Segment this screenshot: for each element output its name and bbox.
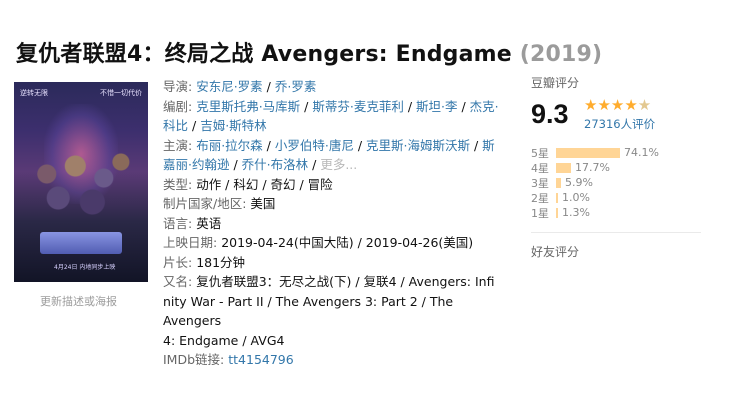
director-link[interactable]: 安东尼·罗素 [196,79,262,94]
rating-breakdown: 5星 74.1% 4星 17.7% 3星 5.9% 2星 1.0% 1星 1.3% [531,145,731,220]
rating-score: 9.3 [531,99,569,129]
writer-label: 编剧: [163,98,193,114]
rating-bar-fill [556,192,558,203]
rating-bar-label: 1星 [531,206,549,220]
aka-label: 又名: [163,274,193,289]
movie-year: (2019) [519,42,603,67]
genre-value: 动作 / 科幻 / 奇幻 / 冒险 [196,176,333,192]
rating-summary: 9.3 ★★★★★ 27316人评价 [531,96,731,133]
poster-date: 4月24日 内地同步上映 [54,264,116,271]
genre-label: 类型: [163,176,193,192]
writer-link[interactable]: 吉姆·斯特林 [200,118,266,133]
rating-bar-row: 5星 74.1% [531,145,731,160]
director-label: 导演: [163,79,193,94]
cast-link[interactable]: 克里斯·海姆斯沃斯 [366,138,470,153]
rating-bar-percent: 5.9% [565,176,593,189]
poster-tagline-left: 逆转无限 [20,89,48,97]
country-row: 制片国家/地区: 美国 [163,194,503,214]
language-label: 语言: [163,215,193,231]
rating-bar-percent: 17.7% [575,161,610,174]
release-row: 上映日期: 2019-04-24(中国大陆) / 2019-04-26(美国) [163,233,503,253]
rating-bar-row: 1星 1.3% [531,205,731,220]
aka-row-cont: 4: Endgame / AVG4 [163,331,503,351]
rating-divider [531,232,701,233]
rating-header: 豆瓣评分 [531,76,580,90]
poster-logo [40,232,122,254]
country-value: 美国 [250,196,276,211]
movie-title: 复仇者联盟4：终局之战 Avengers: Endgame [16,42,512,67]
movie-poster[interactable]: 逆转无限 不惜一切代价 4月24日 内地同步上映 [14,82,148,282]
movie-info: 导演: 安东尼·罗素 / 乔·罗素 编剧: 克里斯托弗·马库斯 / 斯蒂芬·麦克… [163,77,503,370]
rating-bar-fill [556,162,571,173]
rating-bar-row: 2星 1.0% [531,190,731,205]
rating-bar-percent: 1.3% [562,206,590,219]
writer-link[interactable]: 克里斯托弗·马库斯 [196,99,300,114]
director-row: 导演: 安东尼·罗素 / 乔·罗素 [163,79,317,94]
runtime-value: 181分钟 [196,254,246,270]
update-poster-link[interactable]: 更新描述或海报 [40,293,117,309]
rating-stars-icon: ★★★★★ [584,96,652,114]
cast-more-link[interactable]: 更多... [320,157,357,172]
friends-rating-header: 好友评分 [531,245,580,259]
aka-value-line1: 复仇者联盟3：无尽之战(下) / 复联4 / Avengers: Infi [196,274,495,289]
imdb-label: IMDb链接: [163,352,225,367]
page-title: 复仇者联盟4：终局之战 Avengers: Endgame (2019) [16,36,602,68]
rating-bar-row: 3星 5.9% [531,175,731,190]
cast-label: 主演: [163,137,193,153]
poster-tagline-right: 不惜一切代价 [100,89,142,97]
release-value: 2019-04-24(中国大陆) / 2019-04-26(美国) [221,235,474,250]
language-row: 语言: 英语 [163,214,503,234]
rating-bar-percent: 74.1% [624,146,659,159]
cast-link[interactable]: 布丽·拉尔森 [196,138,262,153]
rating-bar-fill [556,177,561,188]
rating-bar-fill [556,207,558,218]
rating-panel: 豆瓣评分 9.3 ★★★★★ 27316人评价 5星 74.1% 4星 17.7% 3星… [531,74,731,260]
country-label: 制片国家/地区: [163,196,247,211]
release-label: 上映日期: [163,235,218,250]
imdb-link[interactable]: tt4154796 [228,352,293,367]
aka-row-cont: nity War - Part II / The Avengers 3: Par… [163,292,503,331]
rating-bar-label: 2星 [531,191,549,205]
director-link[interactable]: 乔·罗素 [275,79,316,94]
genre-row: 类型: 动作 / 科幻 / 奇幻 / 冒险 [163,175,503,195]
rating-bar-label: 4星 [531,161,549,175]
aka-value-line2: nity War - Part II / The Avengers 3: Par… [163,293,454,329]
rating-bar-percent: 1.0% [562,191,590,204]
rating-bar-row: 4星 17.7% [531,160,731,175]
writer-link[interactable]: 斯蒂芬·麦克菲利 [312,99,403,114]
aka-value-line3: 4: Endgame / AVG4 [163,332,285,348]
runtime-label: 片长: [163,254,193,270]
cast-row: 主演: 布丽·拉尔森 / 小罗伯特·唐尼 / 克里斯·海姆斯沃斯 / 斯嘉丽·约… [163,137,495,173]
rating-bar-fill [556,147,620,158]
cast-link[interactable]: 乔什·布洛林 [242,157,308,172]
rating-bar-label: 5星 [531,146,549,160]
writer-link[interactable]: 斯坦·李 [416,99,457,114]
rating-bar-label: 3星 [531,176,549,190]
language-value: 英语 [196,215,222,231]
writer-row: 编剧: 克里斯托弗·马库斯 / 斯蒂芬·麦克菲利 / 斯坦·李 / 杰克·科比 … [163,98,499,134]
aka-row: 又名: 复仇者联盟3：无尽之战(下) / 复联4 / Avengers: Inf… [163,272,503,292]
rating-count-link[interactable]: 27316人评价 [584,116,655,132]
poster-figures [24,142,138,222]
cast-link[interactable]: 小罗伯特·唐尼 [275,138,354,153]
imdb-row: IMDb链接: tt4154796 [163,350,503,370]
runtime-row: 片长: 181分钟 [163,253,503,273]
